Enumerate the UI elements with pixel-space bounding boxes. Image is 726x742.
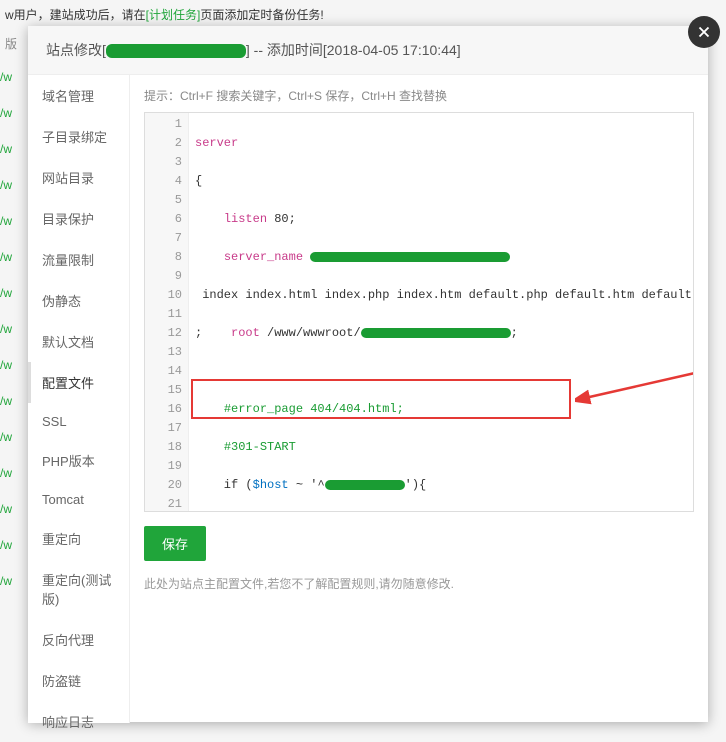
redacted [310,252,510,262]
sidebar-item-ssl[interactable]: SSL [28,403,129,440]
sidebar-item-redirect[interactable]: 重定向 [28,518,129,559]
line-gutter: 123456789101112131415161718192021 [145,113,189,512]
sidebar-item-dirprotect[interactable]: 目录保护 [28,198,129,239]
close-icon [695,23,713,41]
sidebar-item-redirect-beta[interactable]: 重定向(测试版) [28,559,129,619]
redacted [325,480,405,490]
sidebar-item-tomcat[interactable]: Tomcat [28,481,129,518]
config-editor[interactable]: 123456789101112131415161718192021 server… [144,112,694,512]
sidebar-item-hotlink[interactable]: 防盗链 [28,660,129,701]
redacted-sitename [106,44,246,58]
close-button[interactable] [688,16,720,48]
sidebar-item-proxy[interactable]: 反向代理 [28,619,129,660]
background-side: /w/w/w/w/w/w/w/w/w/w/w/w/w/w/w [0,70,20,610]
code-area[interactable]: server { listen 80; server_name index in… [189,113,693,512]
sidebar-item-subdir[interactable]: 子目录绑定 [28,116,129,157]
sidebar-item-log[interactable]: 响应日志 [28,701,129,742]
editor-tip: 提示：Ctrl+F 搜索关键字，Ctrl+S 保存，Ctrl+H 查找替换 [144,87,694,104]
config-note: 此处为站点主配置文件,若您不了解配置规则,请勿随意修改. [144,575,694,592]
sidebar: 域名管理 子目录绑定 网站目录 目录保护 流量限制 伪静态 默认文档 配置文件 … [28,75,130,723]
background-notice: w用户，建站成功后，请在[计划任务]页面添加定时备份任务! [5,6,324,23]
background-text: 版 [5,35,17,52]
content-area: 提示：Ctrl+F 搜索关键字，Ctrl+S 保存，Ctrl+H 查找替换 12… [130,75,708,723]
sidebar-item-defaultdoc[interactable]: 默认文档 [28,321,129,362]
sidebar-item-rewrite[interactable]: 伪静态 [28,280,129,321]
sidebar-item-config[interactable]: 配置文件 [28,362,129,403]
sidebar-item-php[interactable]: PHP版本 [28,440,129,481]
modal-title: 站点修改[] -- 添加时间[2018-04-05 17:10:44] [28,26,708,75]
sidebar-item-webdir[interactable]: 网站目录 [28,157,129,198]
save-button[interactable]: 保存 [144,526,206,561]
sidebar-item-traffic[interactable]: 流量限制 [28,239,129,280]
sidebar-item-domain[interactable]: 域名管理 [28,75,129,116]
redacted [361,328,511,338]
site-edit-modal: 站点修改[] -- 添加时间[2018-04-05 17:10:44] 域名管理… [28,26,708,722]
